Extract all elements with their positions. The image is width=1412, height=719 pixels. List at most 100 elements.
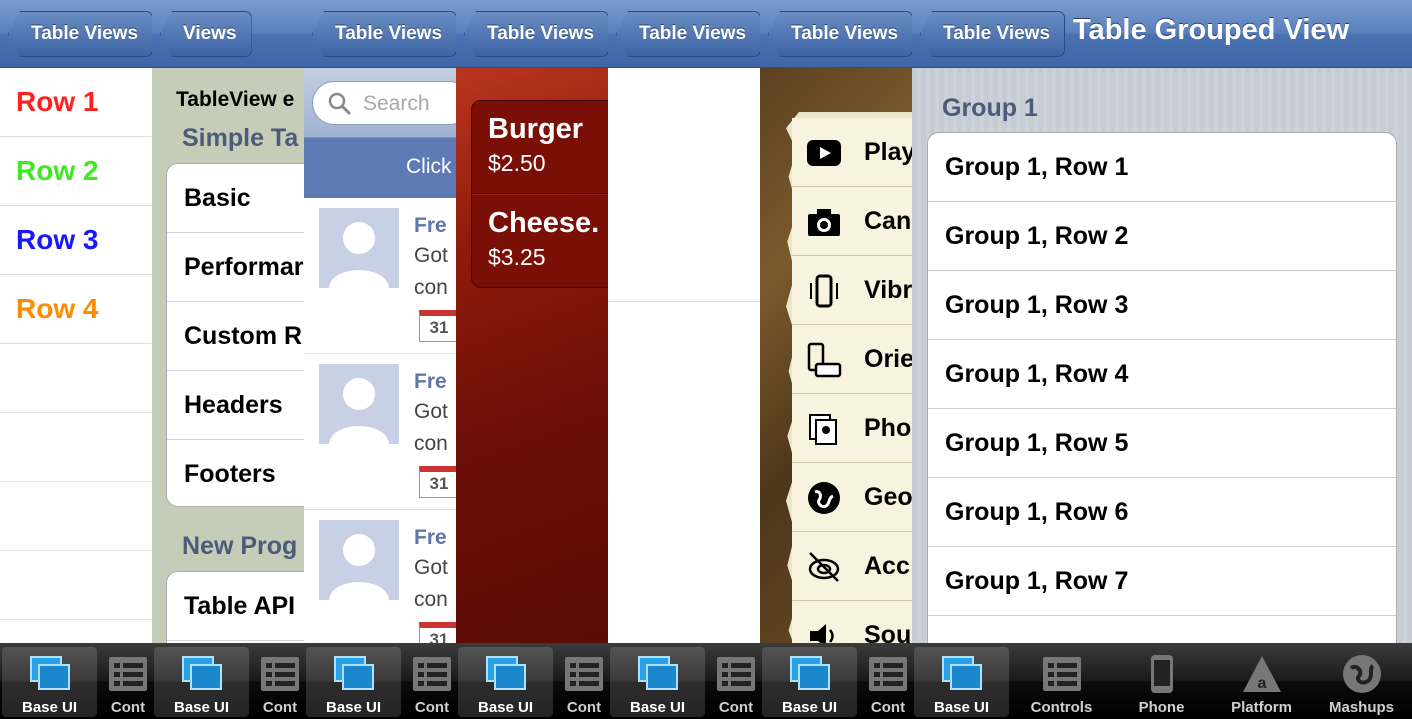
table-row[interactable]: Group 1, Row 7 <box>928 547 1396 616</box>
tab-label: Controls <box>1030 699 1093 716</box>
list-icon <box>1041 653 1083 695</box>
search-input[interactable]: Search <box>312 81 456 125</box>
tab-controls[interactable]: Cont <box>408 647 456 717</box>
tab-label: Base UI <box>781 699 838 716</box>
table-row[interactable]: Performar <box>167 233 304 302</box>
back-button[interactable]: Table Views <box>312 11 456 57</box>
table-row[interactable]: Custom R <box>167 302 304 371</box>
back-button[interactable]: Table Views <box>616 11 760 57</box>
tab-controls[interactable]: Controls <box>1014 647 1109 717</box>
panel-table-grouped-view: Group 1 Group 1, Row 1 Group 1, Row 2 Gr… <box>912 0 1412 719</box>
tab-base-ui[interactable]: Base UI <box>2 647 97 717</box>
divider <box>608 301 760 302</box>
tab-controls[interactable]: Cont <box>712 647 760 717</box>
table-row[interactable]: Footers <box>167 440 304 506</box>
feed-cell[interactable]: Fre Got con 31 <box>304 354 456 510</box>
tab-base-ui[interactable]: Base UI <box>610 647 705 717</box>
table-row[interactable]: Row 4 <box>0 275 152 344</box>
table-row[interactable]: Basic <box>167 164 304 233</box>
post-text: con <box>414 276 448 299</box>
tab-base-ui[interactable]: Base UI <box>306 647 401 717</box>
feature-row[interactable]: Orie <box>792 325 912 394</box>
back-button[interactable]: Table Views <box>768 11 912 57</box>
table-view: Row 1 Row 2 Row 3 Row 4 <box>0 68 152 643</box>
tab-base-ui[interactable]: Base UI <box>154 647 249 717</box>
list-icon <box>867 653 909 695</box>
feature-row[interactable]: Can <box>792 187 912 256</box>
search-placeholder: Search <box>363 92 430 115</box>
tab-label: Phone <box>1138 699 1185 716</box>
table-row[interactable]: Group 1, Row 2 <box>928 202 1396 271</box>
feed-cell[interactable]: Fre Got con 31 <box>304 510 456 643</box>
orientation-icon <box>806 342 842 378</box>
tab-controls[interactable]: Cont <box>256 647 304 717</box>
table-row[interactable]: Table API <box>167 572 304 641</box>
panel-menu-prices: Burger $2.50 Cheese. $3.25 Table Views <box>456 0 608 719</box>
tab-phone[interactable]: Phone <box>1114 647 1209 717</box>
search-bar: Search <box>304 68 456 138</box>
camera-icon <box>806 204 842 240</box>
sound-icon <box>806 618 842 643</box>
table-row[interactable]: Row 2 <box>0 137 152 206</box>
table-row[interactable]: Row 3 <box>0 206 152 275</box>
table-row[interactable]: Group 1, Row 6 <box>928 478 1396 547</box>
tab-label: Base UI <box>173 699 230 716</box>
svg-text:a: a <box>1257 675 1266 692</box>
tab-label: Cont <box>870 699 906 716</box>
feature-row[interactable]: Acc <box>792 532 912 601</box>
feature-row[interactable]: Sou <box>792 601 912 643</box>
tab-label: Base UI <box>629 699 686 716</box>
post-author: Fre <box>414 370 447 393</box>
feature-row[interactable]: Play <box>792 118 912 187</box>
table-row[interactable]: Group 1, Row 1 <box>928 133 1396 202</box>
feature-label: Sou <box>864 621 912 643</box>
back-button[interactable]: Views <box>160 11 252 57</box>
tab-label: Base UI <box>933 699 990 716</box>
tab-label: Base UI <box>477 699 534 716</box>
table-row[interactable]: Headers <box>167 371 304 440</box>
menu-item[interactable]: Cheese. $3.25 <box>472 195 608 287</box>
mashups-icon <box>1341 653 1383 695</box>
back-button[interactable]: Table Views <box>920 11 1066 57</box>
tab-controls[interactable]: Cont <box>560 647 608 717</box>
table-row[interactable]: Group 1, Row 5 <box>928 409 1396 478</box>
back-button[interactable]: Table Views <box>464 11 608 57</box>
post-author: Fre <box>414 526 447 549</box>
table-row <box>0 482 152 551</box>
vibrate-icon <box>806 273 842 309</box>
menu-item[interactable]: Burger $2.50 <box>472 101 608 194</box>
post-text: Got <box>414 556 448 579</box>
click-banner[interactable]: Click <box>304 138 456 198</box>
list-icon <box>411 653 453 695</box>
tab-label: Cont <box>414 699 450 716</box>
feed-cell[interactable]: Fre Got con 31 <box>304 198 456 354</box>
windows-icon <box>333 653 375 695</box>
feature-row[interactable]: Geo <box>792 463 912 532</box>
grouped-section: Basic Performar Custom R Headers Footers <box>166 163 304 507</box>
feature-row[interactable]: Vibr <box>792 256 912 325</box>
page-title: Table Grouped View <box>1073 14 1350 46</box>
tab-platform[interactable]: a Platform <box>1214 647 1309 717</box>
tab-base-ui[interactable]: Base UI <box>458 647 553 717</box>
navigation-bar: Table Views <box>304 0 456 68</box>
tab-controls[interactable]: Cont <box>864 647 912 717</box>
table-view <box>608 68 760 643</box>
tab-label: Cont <box>262 699 298 716</box>
grouped-table: Group 1 Group 1, Row 1 Group 1, Row 2 Gr… <box>912 68 1412 643</box>
tab-label: Cont <box>566 699 602 716</box>
tab-mashups[interactable]: Mashups <box>1314 647 1409 717</box>
grouped-section: Table API <box>166 571 304 643</box>
calendar-icon: 31 <box>419 310 456 342</box>
table-row[interactable]: Group 1, Row 4 <box>928 340 1396 409</box>
grouped-table: TableView e Simple Ta Basic Performar Cu… <box>152 68 304 643</box>
table-row[interactable]: Row 1 <box>0 68 152 137</box>
tab-controls[interactable]: Cont <box>104 647 152 717</box>
table-row[interactable]: Group 1, Row 3 <box>928 271 1396 340</box>
tab-base-ui[interactable]: Base UI <box>914 647 1009 717</box>
tab-label: Cont <box>718 699 754 716</box>
feature-row[interactable]: Pho <box>792 394 912 463</box>
avatar <box>319 364 399 444</box>
tab-base-ui[interactable]: Base UI <box>762 647 857 717</box>
calendar-icon: 31 <box>419 622 456 643</box>
back-button[interactable]: Table Views <box>8 11 152 57</box>
